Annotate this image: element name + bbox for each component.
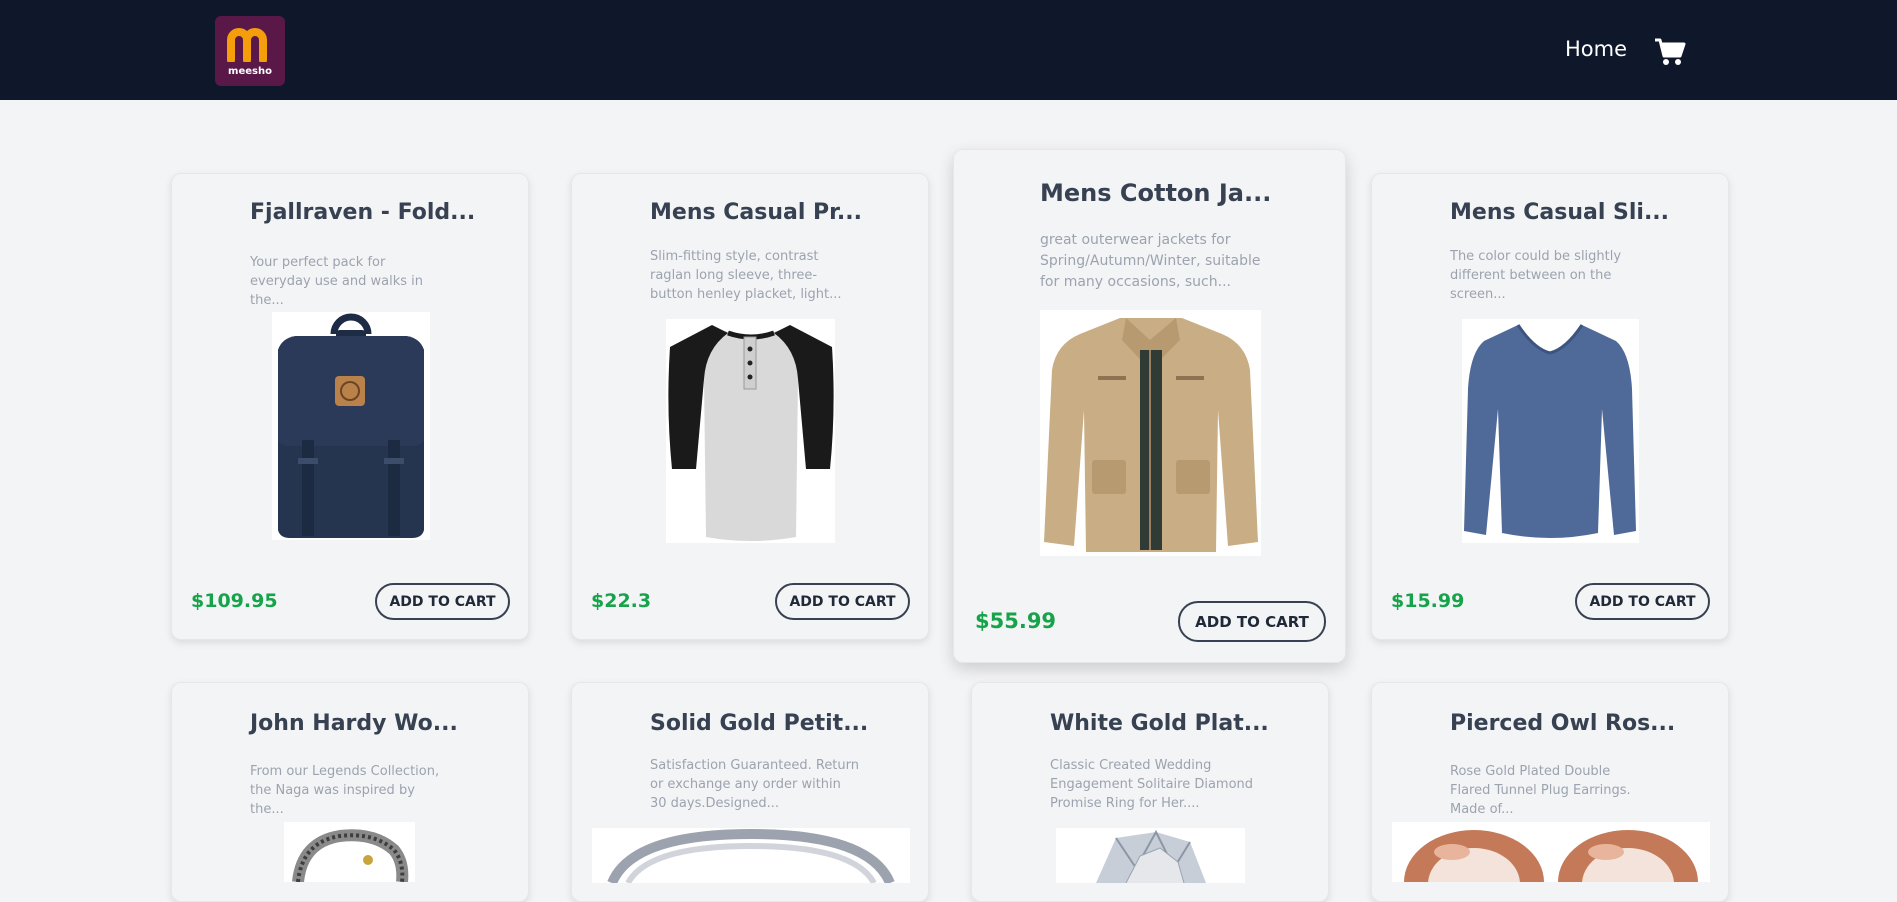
product-description: Rose Gold Plated Double Flared Tunnel Pl… xyxy=(1450,764,1631,817)
cart-icon[interactable] xyxy=(1654,37,1686,67)
product-description: Classic Created Wedding Engagement Solit… xyxy=(1050,758,1254,811)
logo-text: meesho xyxy=(228,66,272,77)
product-description: From our Legends Collection, the Naga wa… xyxy=(250,764,440,817)
add-to-cart-button[interactable]: ADD TO CART xyxy=(775,583,910,620)
product-card[interactable]: Fjallraven - Fold... Your perfect pack f… xyxy=(171,173,529,640)
product-title: Pierced Owl Ros... xyxy=(1450,711,1676,736)
product-image xyxy=(1056,828,1245,883)
product-title: Mens Cotton Ja... xyxy=(1040,179,1272,207)
product-description: Slim-fitting style, contrast raglan long… xyxy=(650,249,842,302)
product-title: Mens Casual Pr... xyxy=(650,200,862,225)
product-description: The color could be slightly different be… xyxy=(1450,249,1622,302)
product-description: great outerwear jackets for Spring/Autum… xyxy=(1040,232,1261,290)
product-image xyxy=(666,319,835,543)
nav-home-link[interactable]: Home xyxy=(1565,37,1627,61)
product-image xyxy=(592,828,910,883)
product-card[interactable]: White Gold Plat... Classic Created Weddi… xyxy=(971,682,1329,902)
product-description: Satisfaction Guaranteed. Return or excha… xyxy=(650,758,860,811)
product-image xyxy=(1392,822,1710,882)
product-title: Solid Gold Petit... xyxy=(650,711,869,736)
product-price: $22.3 xyxy=(591,590,652,612)
product-card[interactable]: Pierced Owl Ros... Rose Gold Plated Doub… xyxy=(1371,682,1729,902)
product-card[interactable]: Mens Casual Sli... The color could be sl… xyxy=(1371,173,1729,640)
product-title: White Gold Plat... xyxy=(1050,711,1269,736)
meesho-m-icon xyxy=(227,28,267,62)
navbar: meesho Home xyxy=(0,0,1897,100)
product-price: $15.99 xyxy=(1391,590,1465,612)
product-title: Fjallraven - Fold... xyxy=(250,200,476,225)
product-card[interactable]: Solid Gold Petit... Satisfaction Guarant… xyxy=(571,682,929,902)
product-image xyxy=(284,822,415,882)
add-to-cart-button[interactable]: ADD TO CART xyxy=(1575,583,1710,620)
add-to-cart-button[interactable]: ADD TO CART xyxy=(375,583,510,620)
product-title: Mens Casual Sli... xyxy=(1450,200,1670,225)
product-card[interactable]: Mens Cotton Ja... great outerwear jacket… xyxy=(953,149,1346,663)
add-to-cart-button[interactable]: ADD TO CART xyxy=(1178,601,1326,642)
product-image xyxy=(1462,319,1639,543)
product-price: $109.95 xyxy=(191,590,278,612)
product-description: Your perfect pack for everyday use and w… xyxy=(250,255,423,308)
product-image xyxy=(272,312,430,540)
product-price: $55.99 xyxy=(975,609,1057,633)
product-card[interactable]: Mens Casual Pr... Slim-fitting style, co… xyxy=(571,173,929,640)
meesho-logo[interactable]: meesho xyxy=(215,16,285,86)
product-title: John Hardy Wo... xyxy=(250,711,458,736)
product-card[interactable]: John Hardy Wo... From our Legends Collec… xyxy=(171,682,529,902)
product-image xyxy=(1040,310,1261,556)
